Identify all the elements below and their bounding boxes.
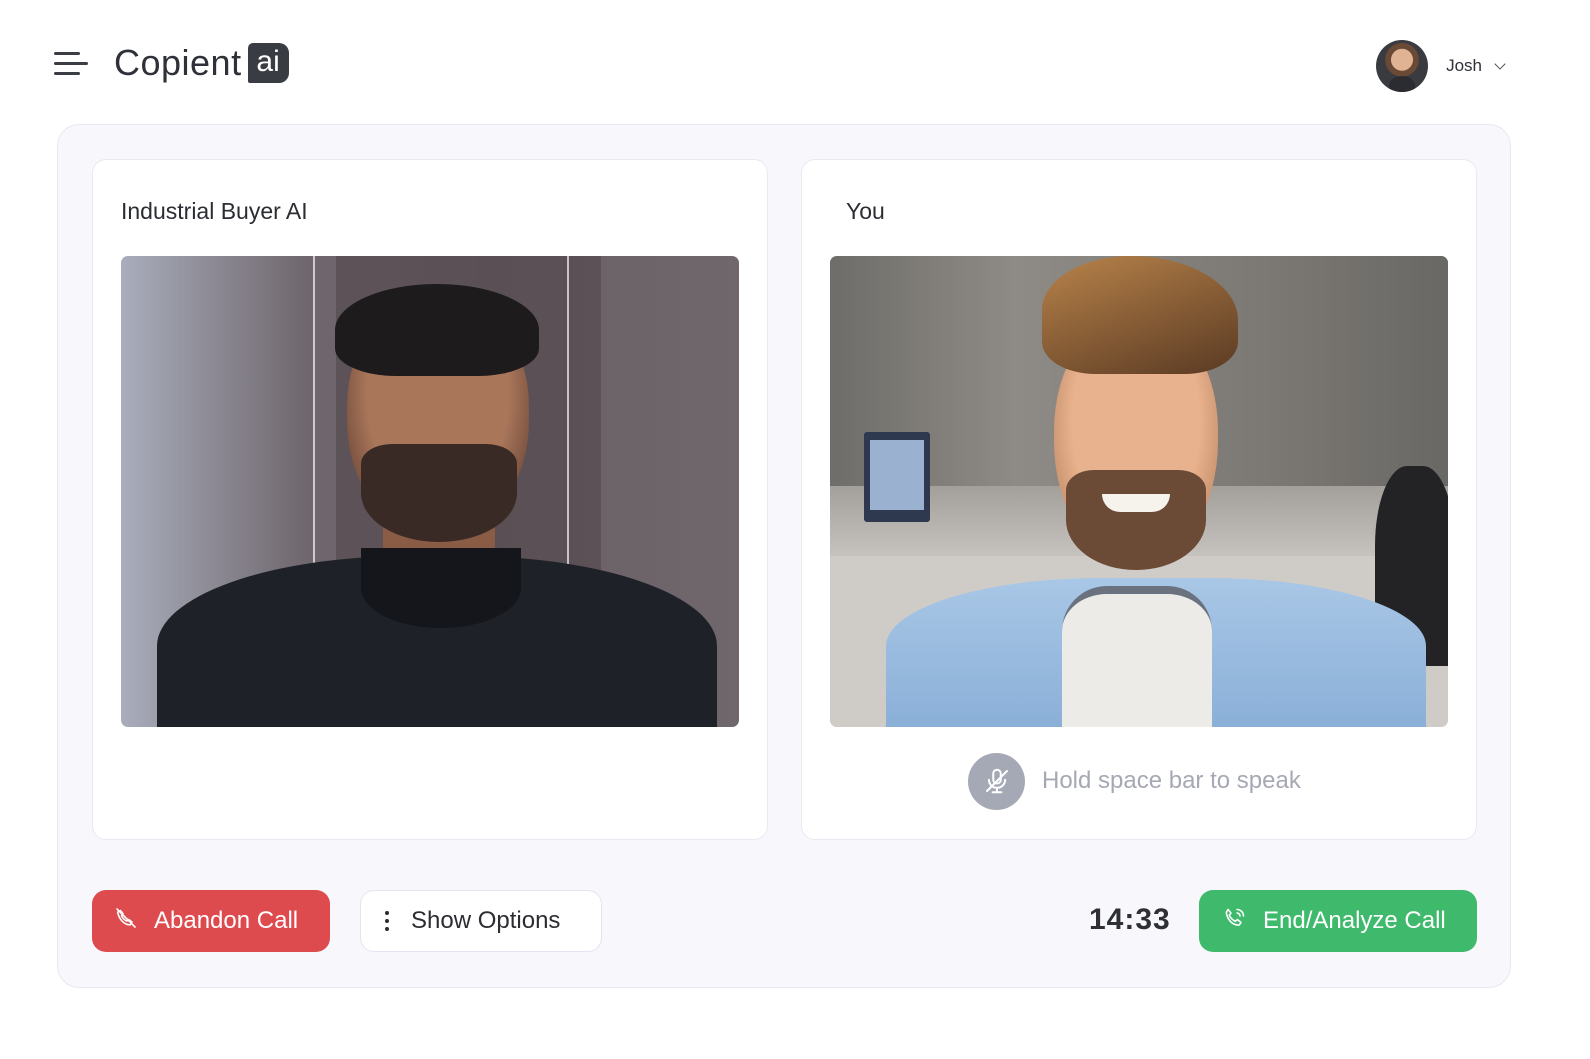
app-logo[interactable]: Copient ai	[114, 42, 289, 84]
kebab-icon	[385, 911, 389, 931]
show-options-button[interactable]: Show Options	[360, 890, 602, 952]
app-header: Copient ai Josh	[0, 0, 1590, 124]
abandon-call-button[interactable]: Abandon Call	[92, 890, 330, 952]
show-options-label: Show Options	[411, 907, 561, 934]
call-container: Industrial Buyer AI You Hold space bar t…	[57, 124, 1511, 988]
push-to-talk-hint: Hold space bar to speak	[1042, 767, 1301, 794]
call-timer: 14:33	[1089, 903, 1171, 936]
chevron-down-icon	[1494, 58, 1506, 70]
user-name: Josh	[1446, 56, 1482, 75]
logo-badge: ai	[247, 43, 289, 83]
buyer-panel-title: Industrial Buyer AI	[121, 198, 308, 224]
abandon-call-label: Abandon Call	[154, 907, 299, 934]
phone-hangup-icon	[114, 906, 138, 937]
you-panel-title: You	[846, 198, 885, 224]
buyer-video	[121, 256, 739, 727]
you-panel: You Hold space bar to speak	[801, 159, 1477, 840]
push-to-talk: Hold space bar to speak	[968, 752, 1301, 810]
user-menu[interactable]: Josh	[1376, 40, 1506, 92]
avatar	[1376, 40, 1429, 92]
logo-text: Copient	[114, 42, 242, 83]
user-video	[830, 256, 1448, 727]
end-analyze-call-label: End/Analyze Call	[1263, 907, 1446, 934]
end-analyze-call-button[interactable]: End/Analyze Call	[1199, 890, 1477, 952]
hamburger-menu-icon[interactable]	[54, 50, 88, 78]
buyer-panel: Industrial Buyer AI	[92, 159, 768, 840]
phone-call-icon	[1223, 906, 1247, 937]
mic-off-icon[interactable]	[968, 752, 1025, 810]
